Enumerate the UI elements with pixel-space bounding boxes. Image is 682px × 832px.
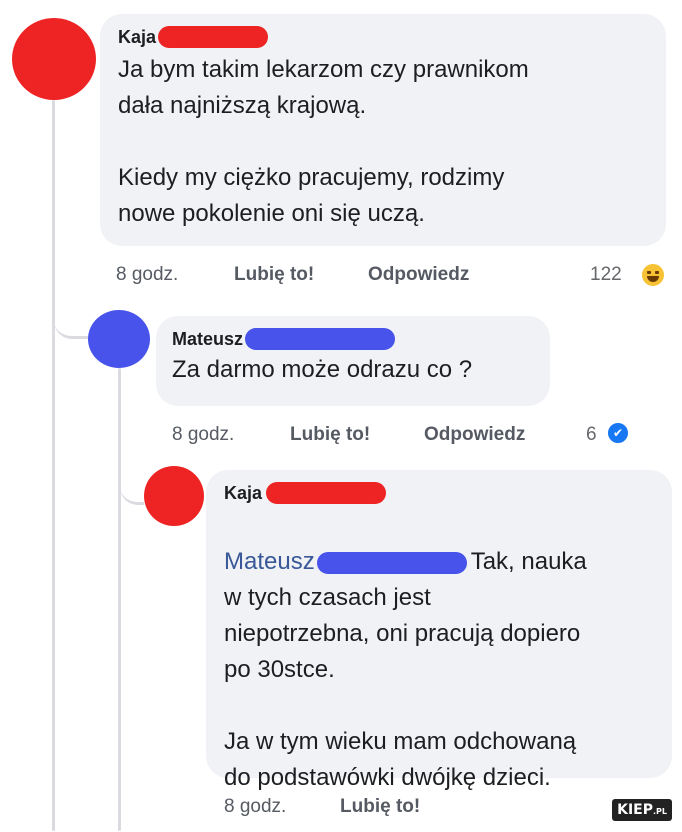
comment-text-first: Tak, nauka xyxy=(470,548,587,575)
comment-meta: 8 godz. Lubię to! Odpowiedz 6 xyxy=(172,424,652,450)
reaction-count[interactable]: 6 xyxy=(586,424,597,446)
like-button[interactable]: Lubię to! xyxy=(234,264,314,286)
comment-bubble-kaja: Kaja Ja bym takim lekarzom czy prawnikom… xyxy=(100,14,666,246)
avatar-kaja-reply[interactable] xyxy=(144,466,204,526)
thread-connector-2 xyxy=(120,462,144,505)
avatar-kaja[interactable] xyxy=(12,18,96,100)
comment-meta: 8 godz. Lubię to! xyxy=(224,796,524,822)
name-redaction xyxy=(158,26,269,48)
mention-redaction xyxy=(316,551,467,574)
name-redaction xyxy=(266,482,387,504)
comment-timestamp[interactable]: 8 godz. xyxy=(224,796,286,818)
comment-author[interactable]: Mateusz xyxy=(172,329,243,350)
comment-timestamp[interactable]: 8 godz. xyxy=(116,264,178,286)
mention-link[interactable]: Mateusz xyxy=(224,548,315,575)
thread-line-main xyxy=(52,100,55,831)
comment-bubble-kaja-reply: Kaja Mateusz Tak, nauka w tych czasach je… xyxy=(206,470,672,791)
watermark-logo: KIEP.PL xyxy=(612,799,672,821)
comment-meta: 8 godz. Lubię to! Odpowiedz 122 xyxy=(116,264,676,290)
like-thumb-icon[interactable]: ✔ xyxy=(606,421,630,445)
comment-bubble-mateusz: Mateusz Za darmo może odrazu co ? xyxy=(156,316,550,406)
comment-text: Za darmo może odrazu co ? xyxy=(172,356,473,383)
comment-text: Ja bym takim lekarzom czy prawnikom dała… xyxy=(118,56,529,227)
like-button[interactable]: Lubię to! xyxy=(290,424,370,446)
like-button[interactable]: Lubię to! xyxy=(340,796,420,818)
thread-line-reply xyxy=(118,368,121,831)
comment-text: Mateusz Tak, nauka w tych czasach jest ni… xyxy=(224,508,672,832)
comment-text-rest: w tych czasach jest niepotrzebna, oni pr… xyxy=(224,584,581,791)
avatar-mateusz[interactable] xyxy=(88,310,150,368)
comment-author[interactable]: Kaja xyxy=(224,483,262,504)
thread-connector xyxy=(54,296,88,339)
reply-button[interactable]: Odpowiedz xyxy=(424,424,525,446)
reaction-count[interactable]: 122 xyxy=(590,264,622,286)
name-redaction xyxy=(245,328,396,350)
comment-timestamp[interactable]: 8 godz. xyxy=(172,424,234,446)
haha-emoji-icon[interactable] xyxy=(640,262,666,288)
comment-author[interactable]: Kaja xyxy=(118,27,156,48)
reply-button[interactable]: Odpowiedz xyxy=(368,264,469,286)
